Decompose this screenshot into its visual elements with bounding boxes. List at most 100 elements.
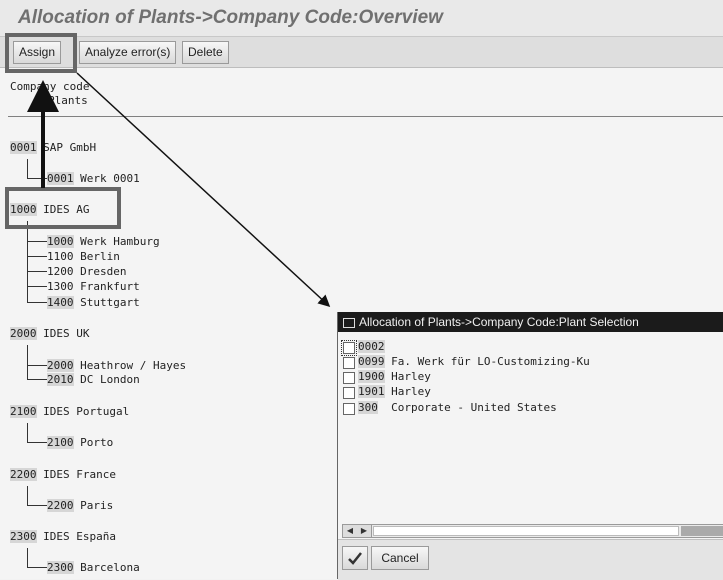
tree-connector [27,442,47,443]
plant-selection-dialog: Allocation of Plants->Company Code:Plant… [337,312,723,580]
cancel-button[interactable]: Cancel [371,546,429,570]
plant-name: Frankfurt [80,280,140,293]
plant-row[interactable]: 2300 Barcelona [47,561,140,574]
plant-row[interactable]: 1100 Berlin [47,250,120,263]
plant-name: Werk Hamburg [80,235,160,248]
plant-checkbox[interactable] [343,403,355,415]
analyze-errors-button[interactable]: Analyze error(s) [79,41,177,64]
tree-connector [27,178,47,179]
plant-option-code: 1901 [358,385,385,398]
scrollbar-thumb[interactable] [373,526,679,536]
scroll-left-icon[interactable]: ◀ [343,525,358,537]
tree-connector [27,271,47,272]
horizontal-scrollbar[interactable]: ◀ ▶ [342,524,723,538]
plant-option-name: Harley [391,385,431,398]
plant-row[interactable]: 2100 Porto [47,436,113,449]
plant-name: Werk 0001 [80,172,140,185]
plant-checkbox[interactable] [343,387,355,399]
plant-option[interactable]: 0099 Fa. Werk für LO-Customizing-Ku [358,355,590,368]
tree-connector [27,159,28,178]
plant-code: 1000 [47,235,74,248]
tree-connector [27,365,47,366]
tree-connector [27,221,28,303]
tree-connector [27,256,47,257]
plant-row[interactable]: 2010 DC London [47,373,140,386]
plant-option[interactable]: 300 Corporate - United States [358,401,557,414]
company-code: 2000 [10,327,37,340]
title-bar: Allocation of Plants->Company Code:Overv… [0,0,723,37]
checkmark-icon [348,552,362,565]
company-row[interactable]: 2000 IDES UK [10,327,89,340]
plant-name: Dresden [80,265,127,278]
plant-code: 2100 [47,436,74,449]
company-highlight-box [5,187,121,229]
plant-name: Porto [80,436,114,449]
plant-option-code: 300 [358,401,378,414]
plant-row[interactable]: 2000 Heathrow / Hayes [47,359,186,372]
company-name: SAP GmbH [43,141,97,154]
plant-row[interactable]: 1400 Stuttgart [47,296,140,309]
tree-connector [27,423,28,442]
plant-row[interactable]: 0001 Werk 0001 [47,172,140,185]
plant-row[interactable]: 1300 Frankfurt [47,280,140,293]
company-row[interactable]: 2200 IDES France [10,468,116,481]
header-divider [8,116,723,117]
column-header-plants: Plants [48,94,88,107]
company-row[interactable]: 0001 SAP GmbH [10,141,96,154]
dialog-footer: Cancel [338,539,723,580]
plant-code: 1200 [47,265,74,278]
company-code: 0001 [10,141,37,154]
plant-option-name: Corporate - United States [391,401,557,414]
plant-option[interactable]: 1900 Harley [358,370,431,383]
plant-code: 2000 [47,359,74,372]
plant-checkbox[interactable] [343,357,355,369]
scroll-right-icon[interactable]: ▶ [357,525,372,537]
plant-row[interactable]: 1000 Werk Hamburg [47,235,160,248]
plant-option-code: 0002 [358,340,385,353]
company-name: IDES France [43,468,116,481]
company-row[interactable]: 2100 IDES Portugal [10,405,129,418]
plant-name: DC London [80,373,140,386]
tree-connector [27,567,47,568]
plant-code: 2200 [47,499,74,512]
plant-code: 1400 [47,296,74,309]
scrollbar-track [681,526,723,536]
plant-code: 2010 [47,373,74,386]
plant-option[interactable]: 0002 [358,340,391,353]
company-code: 2200 [10,468,37,481]
tree-connector [27,486,28,505]
company-name: IDES España [43,530,116,543]
plant-name: Stuttgart [80,296,140,309]
toolbar: Assign Analyze error(s) Delete [0,37,723,68]
plant-option-name: Harley [391,370,431,383]
plant-checkbox[interactable] [341,340,357,356]
plant-code: 0001 [47,172,74,185]
confirm-button[interactable] [342,546,368,570]
plant-row[interactable]: 1200 Dresden [47,265,126,278]
plant-name: Paris [80,499,114,512]
plant-option-code: 1900 [358,370,385,383]
plant-name: Barcelona [80,561,140,574]
tree-connector [27,345,28,379]
dialog-title-bar: Allocation of Plants->Company Code:Plant… [338,312,723,332]
plant-name: Berlin [80,250,120,263]
company-row[interactable]: 2300 IDES España [10,530,116,543]
column-header-company-code: Company code [10,80,90,93]
company-name: IDES Portugal [43,405,130,418]
tree-connector [27,302,47,303]
plant-checkbox[interactable] [343,372,355,384]
assign-highlight-box [5,33,77,73]
plant-option-code: 0099 [358,355,385,368]
tree-connector [27,505,47,506]
company-code: 2300 [10,530,37,543]
company-code: 2100 [10,405,37,418]
plant-name: Heathrow / Hayes [80,359,187,372]
dialog-title: Allocation of Plants->Company Code:Plant… [359,315,639,329]
plant-row[interactable]: 2200 Paris [47,499,113,512]
delete-button[interactable]: Delete [182,41,229,64]
tree-connector [27,548,28,567]
plant-option-name: Fa. Werk für LO-Customizing-Ku [391,355,590,368]
plant-code: 1100 [47,250,74,263]
plant-option[interactable]: 1901 Harley [358,385,431,398]
tree-connector [27,286,47,287]
